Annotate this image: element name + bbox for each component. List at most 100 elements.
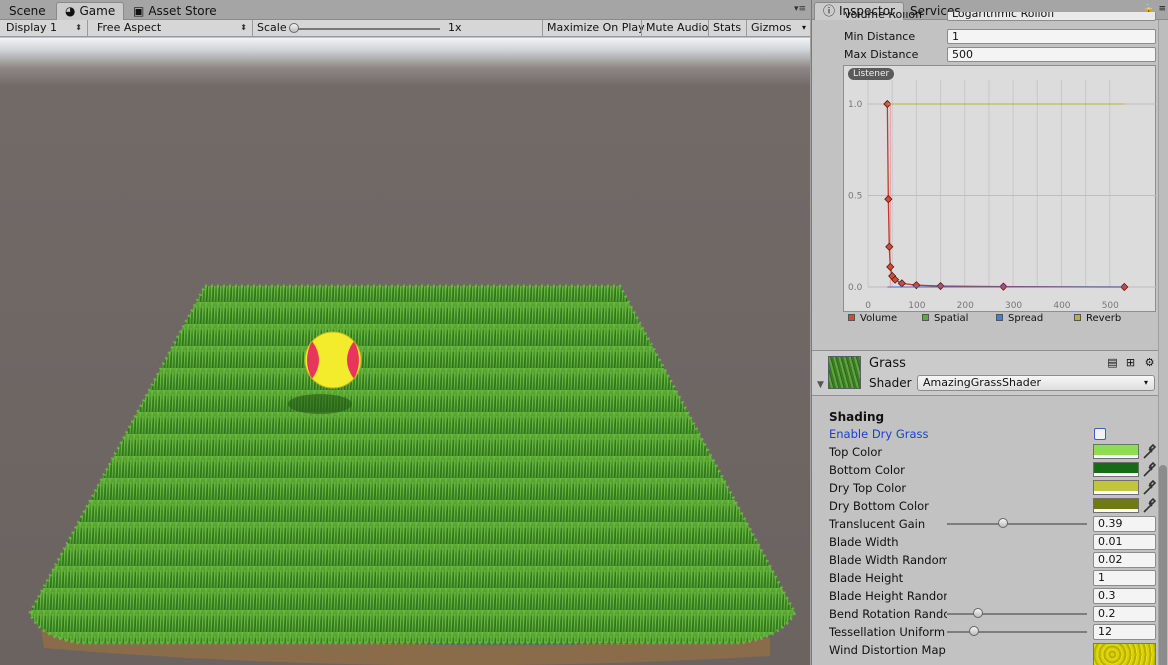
x-tick-label: 0	[865, 301, 871, 311]
bend-rotation-row: Bend Rotation Random 0.2	[812, 605, 1157, 623]
min-distance-label: Min Distance	[844, 30, 916, 43]
gear-icon[interactable]: ⚙	[1143, 356, 1156, 369]
bend-rotation-label: Bend Rotation Random	[829, 607, 947, 621]
listener-badge: Listener	[848, 68, 895, 80]
translucent-gain-label: Translucent Gain	[829, 517, 926, 531]
y-tick-label: 0.5	[848, 192, 862, 202]
max-distance-label: Max Distance	[844, 48, 919, 61]
tab-asset-store[interactable]: ▣ Asset Store	[124, 2, 226, 20]
ball	[304, 331, 362, 389]
tessellation-slider-thumb[interactable]	[969, 626, 979, 636]
enable-dry-grass-checkbox[interactable]	[1094, 428, 1106, 440]
dropdown-arrow-icon: ▾	[801, 23, 806, 32]
dry-top-color-label: Dry Top Color	[829, 481, 907, 495]
blade-width-field[interactable]: 0.01	[1093, 534, 1156, 550]
ball-shadow	[288, 394, 352, 414]
x-tick-label: 500	[1102, 301, 1119, 311]
translucent-gain-field[interactable]: 0.39	[1093, 516, 1156, 532]
wind-distortion-label: Wind Distortion Map	[829, 643, 946, 657]
wind-distortion-texture-slot[interactable]	[1093, 643, 1156, 665]
panel-menu-icon[interactable]: ≡	[1158, 4, 1166, 14]
bend-rotation-slider-thumb[interactable]	[973, 608, 983, 618]
display-dropdown[interactable]: Display 1 ⬍	[0, 20, 88, 36]
blade-height-field[interactable]: 1	[1093, 570, 1156, 586]
legend-label: Reverb	[1086, 313, 1122, 324]
scale-slider-thumb[interactable]	[289, 23, 299, 33]
material-header: ▼ Grass Shader AmazingGrassShader ▾ ▤ ⊞ ⚙	[812, 350, 1168, 396]
legend-swatch	[996, 314, 1003, 321]
y-tick-label: 0.0	[848, 283, 863, 293]
blade-height-row: Blade Height 1	[812, 569, 1157, 587]
bend-rotation-field[interactable]: 0.2	[1093, 606, 1156, 622]
rolloff-curve-graph[interactable]: 0.0 0.5 1.0 0 100 200 300 400 500 Listener	[843, 65, 1157, 312]
bottom-color-swatch[interactable]	[1093, 462, 1139, 477]
blade-width-random-field[interactable]: 0.02	[1093, 552, 1156, 568]
x-tick-label: 200	[957, 301, 974, 311]
legend-volume: Volume	[848, 312, 897, 326]
blade-height-random-label: Blade Height Random	[829, 589, 947, 603]
eyedropper-icon[interactable]	[1142, 498, 1156, 514]
bend-rotation-slider-track[interactable]	[947, 613, 1087, 615]
x-tick-label: 300	[1005, 301, 1022, 311]
gizmos-label: Gizmos	[751, 21, 792, 34]
inspector-panel: ⓘ Inspector Services 🔒 ≡ Volume Rolloff L…	[811, 0, 1168, 665]
aspect-dropdown[interactable]: Free Aspect ⬍	[91, 20, 253, 36]
blade-height-label: Blade Height	[829, 571, 904, 585]
translucent-gain-row: Translucent Gain 0.39	[812, 515, 1157, 533]
enable-dry-grass-row: Enable Dry Grass	[812, 425, 1157, 443]
max-distance-row: Max Distance 500	[812, 46, 1157, 64]
tab-options-icon[interactable]: ▾≡	[794, 4, 806, 14]
volume-rolloff-dropdown[interactable]: Logarithmic Rolloff	[947, 12, 1156, 21]
min-distance-row: Min Distance 1	[812, 28, 1157, 46]
maximize-on-play-button[interactable]: Maximize On Play	[542, 20, 649, 36]
translucent-gain-slider-thumb[interactable]	[998, 518, 1008, 528]
tessellation-field[interactable]: 12	[1093, 624, 1156, 640]
tessellation-row: Tessellation Uniform 12	[812, 623, 1157, 641]
top-color-swatch[interactable]	[1093, 444, 1139, 459]
tessellation-slider-track[interactable]	[947, 631, 1087, 633]
bag-icon: ▣	[133, 4, 145, 18]
legend-reverb: Reverb	[1074, 312, 1121, 326]
min-distance-field[interactable]: 1	[947, 29, 1156, 44]
dry-bottom-color-swatch[interactable]	[1093, 498, 1139, 513]
enable-dry-grass-label: Enable Dry Grass	[829, 427, 929, 441]
eyedropper-icon[interactable]	[1142, 444, 1156, 460]
eyedropper-icon[interactable]	[1142, 462, 1156, 478]
x-tick-label: 100	[908, 301, 925, 311]
stats-button[interactable]: Stats	[708, 20, 745, 36]
game-tab-strip: Scene ◕ Game ▣ Asset Store ▾≡	[0, 0, 810, 20]
tab-game[interactable]: ◕ Game	[56, 2, 125, 20]
dry-top-color-swatch[interactable]	[1093, 480, 1139, 495]
shading-title: Shading	[829, 410, 885, 424]
inspector-scrollbar-thumb[interactable]	[1159, 465, 1167, 665]
top-color-label: Top Color	[829, 445, 883, 459]
eyedropper-icon[interactable]	[1142, 480, 1156, 496]
translucent-gain-slider-track[interactable]	[947, 523, 1087, 525]
inspector-scrollbar[interactable]	[1158, 20, 1168, 665]
game-toolbar: Display 1 ⬍ Free Aspect ⬍ Scale 1x Maximiz…	[0, 20, 810, 37]
dry-bottom-color-row: Dry Bottom Color	[812, 497, 1157, 515]
shader-label: Shader	[869, 376, 912, 390]
mute-audio-button[interactable]: Mute Audio	[641, 20, 712, 36]
y-tick-label: 1.0	[848, 100, 863, 110]
scale-label: Scale	[257, 21, 287, 34]
book-help-icon[interactable]: ▤	[1106, 356, 1119, 369]
shader-dropdown[interactable]: AmazingGrassShader ▾	[917, 375, 1155, 391]
legend-swatch	[848, 314, 855, 321]
bottom-color-label: Bottom Color	[829, 463, 905, 477]
foldout-arrow-icon[interactable]: ▼	[817, 380, 824, 390]
game-viewport[interactable]	[0, 38, 810, 665]
max-distance-field[interactable]: 500	[947, 47, 1156, 62]
dropdown-arrow-icon: ⬍	[75, 23, 82, 32]
volume-keyframe-point	[912, 281, 921, 290]
grass-surface	[30, 286, 795, 643]
tessellation-label: Tessellation Uniform	[829, 625, 946, 639]
scale-slider-track[interactable]	[294, 28, 440, 30]
top-color-row: Top Color	[812, 443, 1157, 461]
blade-width-random-row: Blade Width Random 0.02	[812, 551, 1157, 569]
gizmos-dropdown[interactable]: Gizmos ▾	[746, 20, 810, 36]
tab-scene[interactable]: Scene	[0, 2, 55, 20]
settings-sliders-icon[interactable]: ⊞	[1124, 356, 1137, 369]
blade-height-random-field[interactable]: 0.3	[1093, 588, 1156, 604]
tab-asset-store-label: Asset Store	[148, 4, 217, 18]
